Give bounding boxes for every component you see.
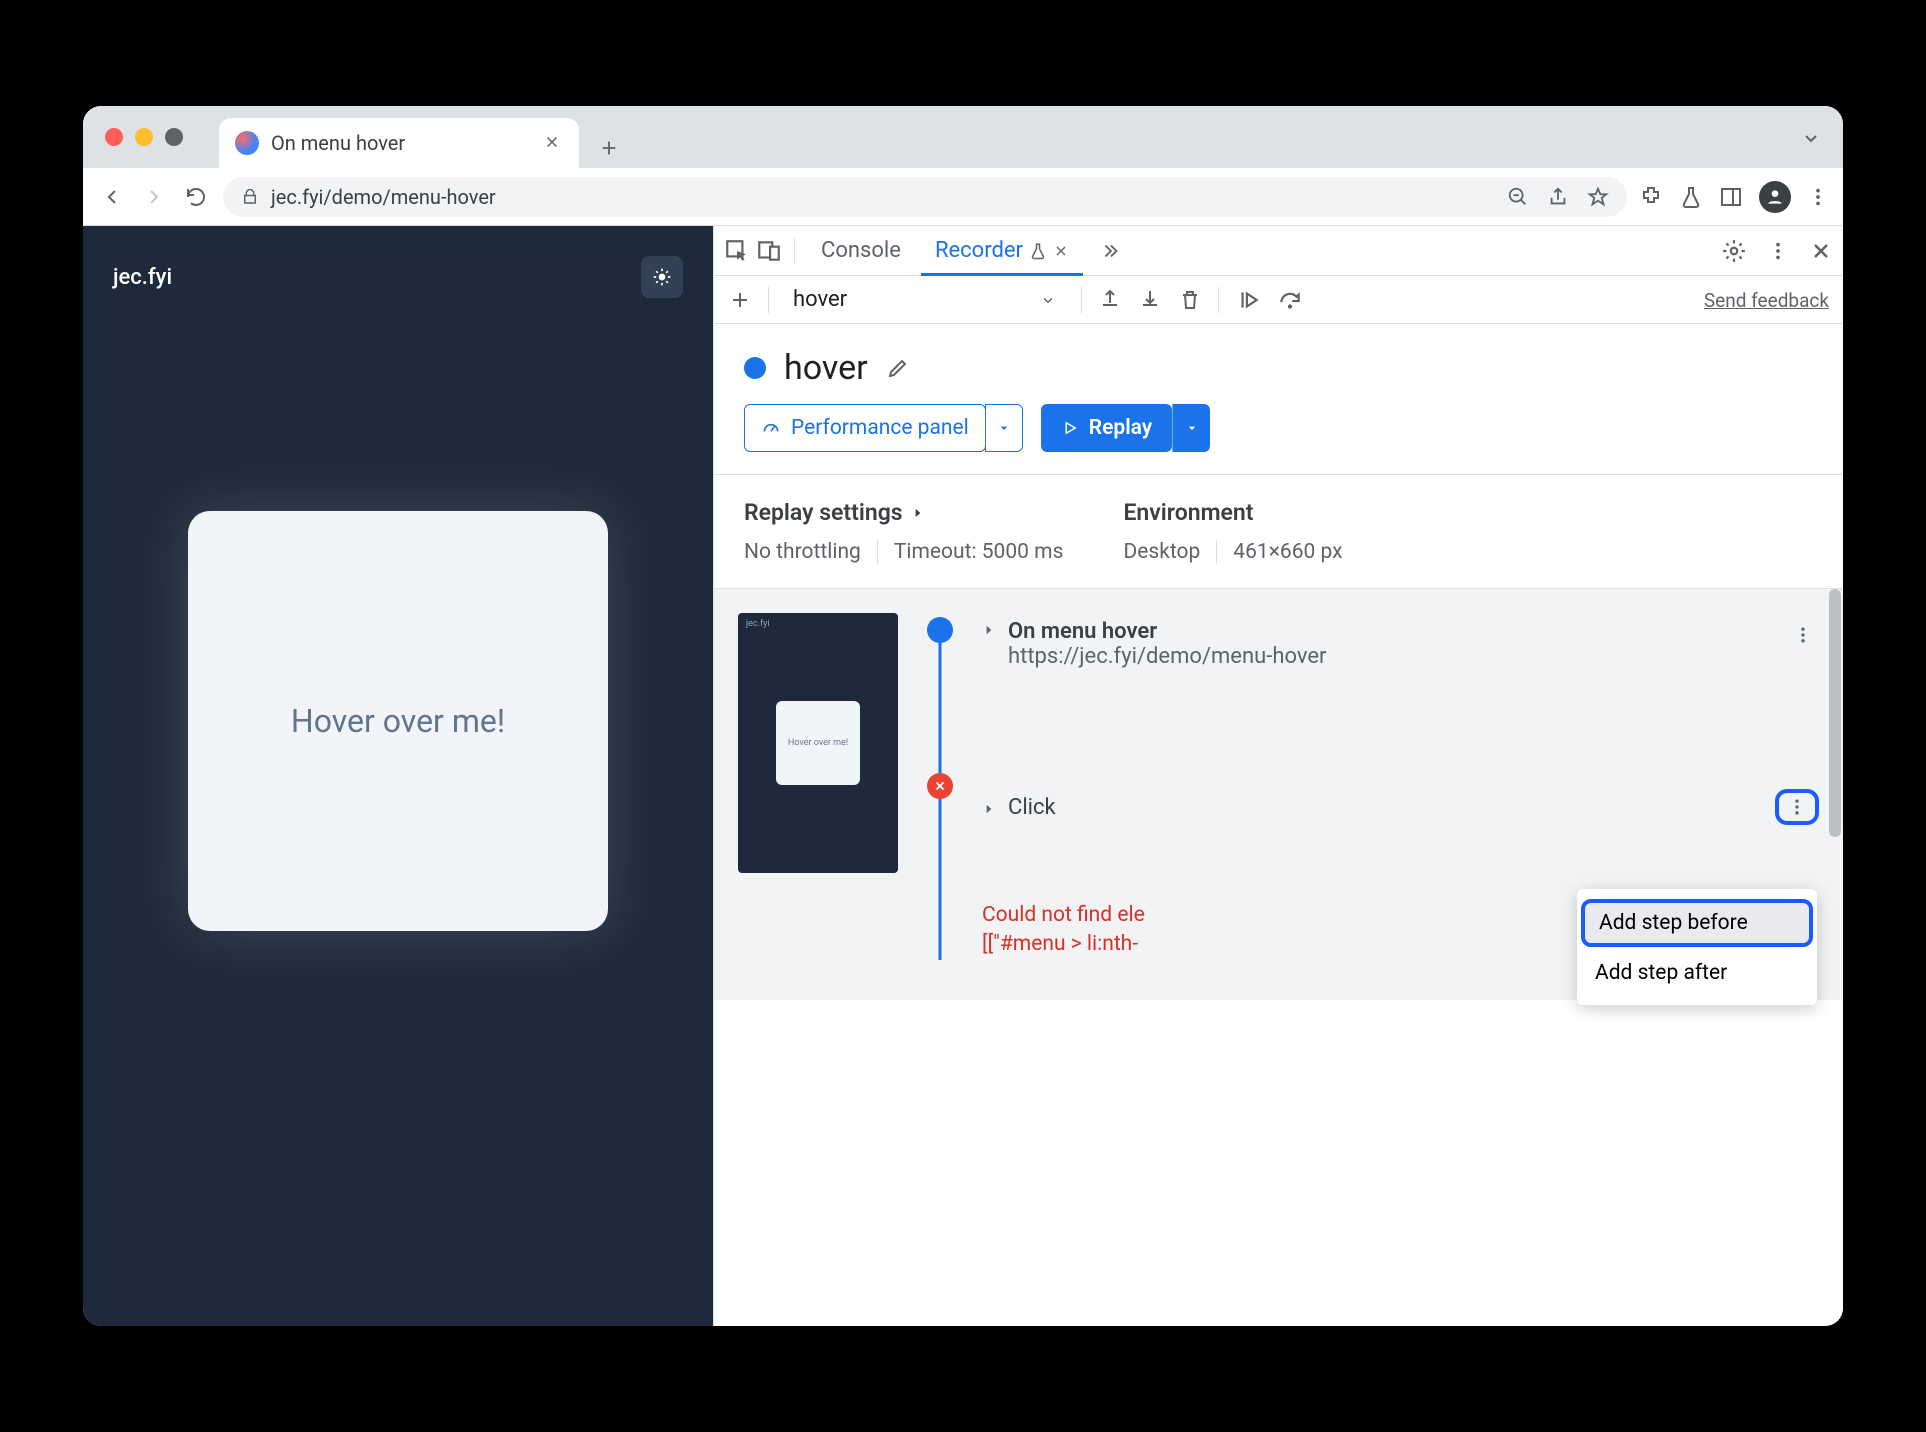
step-click-label: Click (1008, 795, 1056, 820)
flow-title: hover (784, 348, 868, 388)
step-nav-menu-icon[interactable] (1787, 619, 1819, 651)
close-tab-icon[interactable] (1053, 243, 1069, 259)
throttling-value: No throttling (744, 540, 861, 564)
scrollbar[interactable] (1829, 589, 1841, 837)
window-minimize[interactable] (135, 128, 153, 146)
tab-favicon (235, 131, 259, 155)
reload-button[interactable] (181, 182, 211, 212)
recording-select[interactable]: hover (785, 287, 1065, 312)
step-navigate[interactable]: On menu hover https://jec.fyi/demo/menu-… (982, 613, 1819, 675)
tab-close-icon[interactable] (543, 133, 563, 153)
steps-panel: jec.fyi Hover over me! (714, 589, 1843, 1000)
window-maximize[interactable] (165, 128, 183, 146)
tab-console[interactable]: Console (807, 226, 915, 275)
zoom-icon[interactable] (1507, 186, 1529, 208)
step-play-icon[interactable] (1235, 287, 1261, 313)
sidepanel-icon[interactable] (1719, 185, 1743, 209)
import-icon[interactable] (1138, 288, 1162, 312)
timeout-value: Timeout: 5000 ms (894, 540, 1064, 564)
performance-panel-button[interactable]: Performance panel (744, 404, 986, 452)
browser-tab[interactable]: On menu hover (219, 118, 579, 168)
caret-right-icon (982, 623, 996, 637)
export-icon[interactable] (1098, 288, 1122, 312)
share-icon[interactable] (1547, 186, 1569, 208)
window-controls (105, 128, 183, 146)
env-size: 461×660 px (1233, 540, 1342, 564)
settings-block: Replay settings No throttling Timeout: 5… (714, 474, 1843, 589)
back-button[interactable] (97, 182, 127, 212)
step-node-error (927, 773, 953, 799)
labs-small-icon (1029, 242, 1047, 260)
step-node-success (927, 617, 953, 643)
page-viewport: jec.fyi Hover over me! (83, 226, 713, 1326)
environment-heading: Environment (1123, 499, 1342, 526)
step-thumbnail: jec.fyi Hover over me! (738, 613, 898, 873)
profile-avatar[interactable] (1759, 181, 1791, 213)
devtools-close-icon[interactable] (1809, 239, 1833, 263)
edit-title-icon[interactable] (886, 356, 910, 380)
send-feedback-link[interactable]: Send feedback (1704, 289, 1829, 312)
delete-icon[interactable] (1178, 288, 1202, 312)
step-click[interactable]: Click (982, 783, 1819, 831)
new-tab-button[interactable] (589, 128, 629, 168)
step-context-menu: Add step before Add step after (1577, 889, 1817, 1005)
recorder-toolbar: hover Send feedback (714, 276, 1843, 324)
thumb-brand: jec.fyi (746, 619, 770, 629)
browser-toolbar: jec.fyi/demo/menu-hover (83, 168, 1843, 226)
more-tabs-icon[interactable] (1099, 240, 1121, 262)
browser-menu-icon[interactable] (1807, 186, 1829, 208)
tab-recorder[interactable]: Recorder (921, 226, 1083, 275)
labs-icon[interactable] (1679, 185, 1703, 209)
devtools-settings-icon[interactable] (1721, 238, 1747, 264)
menu-add-step-before[interactable]: Add step before (1581, 899, 1813, 947)
devtools-menu-icon[interactable] (1767, 240, 1789, 262)
gauge-icon (761, 418, 781, 438)
bookmark-icon[interactable] (1587, 186, 1609, 208)
lock-icon (241, 188, 259, 206)
caret-right-icon (982, 802, 996, 816)
tab-title: On menu hover (271, 131, 531, 155)
step-nav-title: On menu hover (1008, 619, 1326, 644)
tab-strip: On menu hover (83, 106, 1843, 168)
devtools-panel: Console Recorder hover (713, 226, 1843, 1326)
step-click-menu-icon[interactable] (1775, 789, 1819, 825)
theme-toggle[interactable] (641, 256, 683, 298)
menu-add-step-after[interactable]: Add step after (1577, 949, 1817, 997)
performance-panel-caret[interactable] (985, 404, 1023, 452)
hover-card[interactable]: Hover over me! (188, 511, 608, 931)
replay-caret[interactable] (1172, 404, 1210, 452)
page-brand: jec.fyi (113, 265, 172, 290)
device-toggle-icon[interactable] (756, 238, 782, 264)
replay-button[interactable]: Replay (1041, 404, 1172, 452)
play-icon (1061, 419, 1079, 437)
step-over-icon[interactable] (1277, 287, 1303, 313)
recording-indicator (744, 357, 766, 379)
thumb-card: Hover over me! (776, 701, 860, 785)
env-device: Desktop (1123, 540, 1200, 564)
replay-settings-heading[interactable]: Replay settings (744, 499, 1063, 526)
card-text: Hover over me! (291, 702, 505, 740)
new-recording-icon[interactable] (728, 288, 752, 312)
extensions-icon[interactable] (1639, 185, 1663, 209)
tab-overflow-icon[interactable] (1799, 126, 1823, 150)
recorder-main: hover Performance panel (714, 324, 1843, 1326)
url-text: jec.fyi/demo/menu-hover (271, 185, 496, 209)
inspect-icon[interactable] (724, 238, 750, 264)
chevron-down-icon (1039, 291, 1057, 309)
forward-button[interactable] (139, 182, 169, 212)
window-close[interactable] (105, 128, 123, 146)
browser-window: On menu hover jec.fyi/demo/menu-hover (83, 106, 1843, 1326)
devtools-tabbar: Console Recorder (714, 226, 1843, 276)
caret-right-icon (911, 506, 925, 520)
address-bar[interactable]: jec.fyi/demo/menu-hover (223, 177, 1627, 217)
timeline (920, 613, 960, 960)
step-nav-url: https://jec.fyi/demo/menu-hover (1008, 644, 1326, 669)
